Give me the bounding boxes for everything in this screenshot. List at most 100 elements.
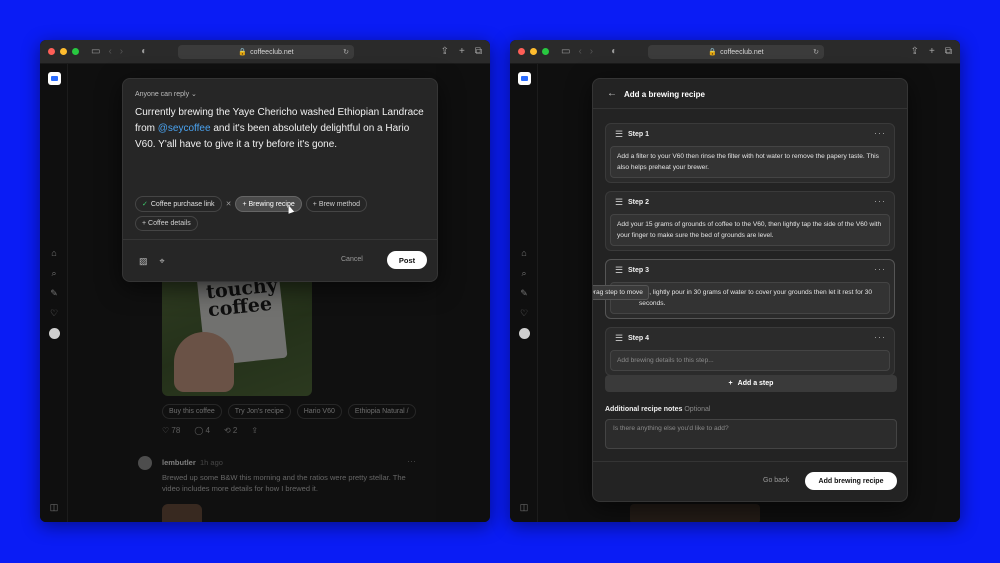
post-time: 1h ago — [200, 458, 223, 467]
repost-button[interactable]: ⟲ 2 — [224, 426, 237, 435]
home-icon[interactable]: ⌂ — [51, 248, 56, 259]
new-tab-icon[interactable]: + — [459, 45, 465, 58]
compose-icon[interactable]: ✎ — [520, 288, 528, 299]
tag-brew-method[interactable]: Hario V60 — [296, 404, 342, 419]
step-text-field[interactable]: …n, lightly pour in 30 grams of water to… — [610, 282, 890, 314]
divider — [123, 239, 437, 240]
info-icon[interactable]: ◫ — [510, 502, 538, 513]
compose-icon[interactable]: ✎ — [50, 288, 58, 299]
sidebar-toggle-icon[interactable]: ▭ — [91, 46, 100, 57]
tag-coffee-origin[interactable]: Ethiopia Natural / — [347, 404, 416, 419]
minimize-window-button[interactable] — [530, 48, 537, 55]
cancel-button[interactable]: Cancel — [341, 256, 363, 263]
drag-handle-icon[interactable]: ☰ — [615, 334, 623, 343]
app-logo[interactable] — [48, 72, 61, 85]
share-icon[interactable]: ⇪ — [911, 45, 919, 58]
recipe-notes-field[interactable]: Is there anything else you'd like to add… — [605, 419, 897, 449]
add-brewing-recipe-button[interactable]: Add brewing recipe — [805, 472, 897, 490]
close-window-button[interactable] — [518, 48, 525, 55]
recipe-step: ☰ Step 4 ··· Add brewing details to this… — [605, 327, 895, 376]
location-pin-icon[interactable]: ⌖ — [160, 256, 165, 267]
forward-arrow-icon[interactable]: › — [120, 46, 123, 57]
tab-overview-icon[interactable]: ⧉ — [475, 45, 482, 58]
step-text-field[interactable]: Add your 15 grams of grounds of coffee t… — [610, 214, 890, 246]
drag-handle-icon[interactable]: ☰ — [615, 198, 623, 207]
search-icon[interactable]: ⌕ — [521, 268, 526, 279]
avatar[interactable] — [138, 456, 152, 470]
tag-recipe[interactable]: Try Jon's recipe — [227, 404, 291, 419]
reload-icon[interactable]: ↻ — [813, 48, 819, 56]
post-composer: Anyone can reply ⌄ Currently brewing the… — [122, 78, 438, 282]
browser-titlebar: ▭ ‹ › ◐ 🔒 coffeeclub.net ↻ ⇪ + ⧉ — [510, 40, 960, 64]
tag-buy-coffee[interactable]: Buy this coffee — [162, 404, 222, 419]
hand — [174, 332, 234, 392]
heart-icon[interactable]: ♡ — [520, 308, 528, 319]
close-window-button[interactable] — [48, 48, 55, 55]
share-button[interactable]: ⇪ — [251, 426, 258, 435]
search-icon[interactable]: ⌕ — [51, 268, 56, 279]
reply-setting-dropdown[interactable]: Anyone can reply ⌄ — [135, 90, 197, 98]
url-text: coffeeclub.net — [720, 48, 764, 56]
home-icon[interactable]: ⌂ — [521, 248, 526, 259]
info-icon[interactable]: ◫ — [40, 502, 68, 513]
step-label: Step 4 — [628, 335, 650, 342]
modal-header: ← Add a brewing recipe — [593, 79, 907, 109]
chip-brew-method[interactable]: + Brew method — [305, 196, 368, 212]
page-content: ⌂ ⌕ ✎ ♡ ◫ touchy coffee Buy this coffee … — [40, 64, 490, 522]
recipe-step: ☰ Step 3 ··· …n, lightly pour in 30 gram… — [593, 259, 895, 319]
app-nav-rail: ⌂ ⌕ ✎ ♡ ◫ — [40, 64, 68, 522]
more-icon[interactable]: ··· — [874, 332, 886, 342]
zoom-window-button[interactable] — [72, 48, 79, 55]
app-nav-rail: ⌂ ⌕ ✎ ♡ ◫ — [510, 64, 538, 522]
post-tags: Buy this coffee Try Jon's recipe Hario V… — [162, 404, 416, 419]
chip-coffee-details[interactable]: + Coffee details — [135, 216, 198, 231]
post-button[interactable]: Post — [387, 251, 427, 269]
zoom-window-button[interactable] — [542, 48, 549, 55]
step-label: Step 1 — [628, 131, 650, 138]
chip-coffee-purchase-link[interactable]: ✓ Coffee purchase link — [135, 196, 222, 212]
more-icon[interactable]: ··· — [407, 456, 416, 466]
more-icon[interactable]: ··· — [874, 264, 886, 274]
back-arrow-icon[interactable]: ‹ — [578, 46, 581, 57]
browser-window-recipe: ▭ ‹ › ◐ 🔒 coffeeclub.net ↻ ⇪ + ⧉ ⌂ ⌕ ✎ ♡… — [510, 40, 960, 522]
post-username[interactable]: lembutler — [162, 458, 196, 467]
share-icon[interactable]: ⇪ — [441, 45, 449, 58]
more-icon[interactable]: ··· — [874, 196, 886, 206]
window-controls — [48, 48, 79, 55]
lock-icon: 🔒 — [708, 49, 718, 56]
comment-button[interactable]: ◯ 4 — [194, 426, 210, 435]
more-icon[interactable]: ··· — [874, 128, 886, 138]
brewing-recipe-modal: ← Add a brewing recipe ☰ Step 1 ··· Add … — [592, 78, 908, 502]
step-label: Step 3 — [628, 267, 650, 274]
add-step-button[interactable]: + Add a step — [605, 375, 897, 392]
shield-icon[interactable]: ◐ — [141, 46, 147, 57]
mention-link[interactable]: @seycoffee — [158, 123, 211, 134]
sidebar-toggle-icon[interactable]: ▭ — [561, 46, 570, 57]
tab-overview-icon[interactable]: ⧉ — [945, 45, 952, 58]
heart-icon[interactable]: ♡ — [50, 308, 58, 319]
go-back-button[interactable]: Go back — [763, 477, 789, 484]
image-icon[interactable]: ▨ — [139, 256, 148, 267]
drag-tooltip: Drag step to move — [593, 285, 649, 300]
post-image[interactable] — [162, 504, 202, 522]
shield-icon[interactable]: ◐ — [611, 46, 617, 57]
compose-textarea[interactable]: Currently brewing the Yaye Chericho wash… — [135, 105, 431, 153]
step-text-field[interactable]: Add brewing details to this step... — [610, 350, 890, 371]
like-button[interactable]: ♡ 78 — [162, 426, 180, 435]
back-arrow-icon[interactable]: ‹ — [108, 46, 111, 57]
step-text-field[interactable]: Add a filter to your V60 then rinse the … — [610, 146, 890, 178]
drag-handle-icon[interactable]: ☰ — [615, 266, 623, 275]
avatar[interactable] — [518, 328, 530, 339]
reload-icon[interactable]: ↻ — [343, 48, 349, 56]
forward-arrow-icon[interactable]: › — [590, 46, 593, 57]
new-tab-icon[interactable]: + — [929, 45, 935, 58]
drag-handle-icon[interactable]: ☰ — [615, 130, 623, 139]
attachment-chips: ✓ Coffee purchase link ✕ + Brewing recip… — [135, 196, 425, 231]
remove-chip-icon[interactable]: ✕ — [226, 200, 232, 208]
back-arrow-icon[interactable]: ← — [607, 88, 617, 99]
address-bar[interactable]: 🔒 coffeeclub.net ↻ — [178, 45, 354, 59]
app-logo[interactable] — [518, 72, 531, 85]
minimize-window-button[interactable] — [60, 48, 67, 55]
address-bar[interactable]: 🔒 coffeeclub.net ↻ — [648, 45, 824, 59]
avatar[interactable] — [48, 328, 60, 339]
